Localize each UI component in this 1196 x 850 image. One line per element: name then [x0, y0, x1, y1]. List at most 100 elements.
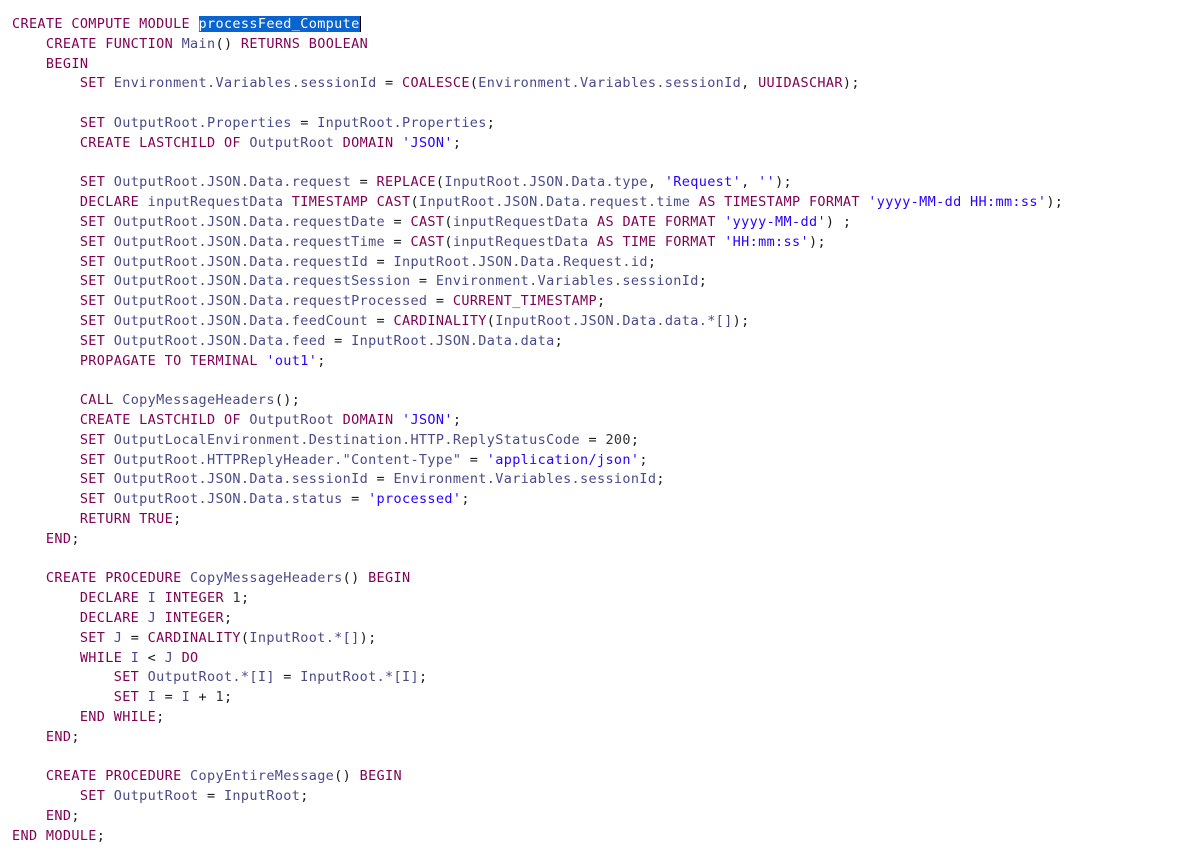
identifier-token: Environment.Variables.sessionId: [478, 75, 742, 92]
code-line[interactable]: CREATE LASTCHILD OF OutputRoot DOMAIN 'J…: [12, 411, 1188, 431]
symbol-token: (): [334, 768, 360, 785]
identifier-token: Environment.Variables.sessionId: [113, 75, 377, 92]
code-line[interactable]: SET OutputRoot = InputRoot;: [12, 787, 1188, 807]
code-line[interactable]: END WHILE;: [12, 708, 1188, 728]
keyword-token: SET: [12, 431, 114, 448]
symbol-token: =: [580, 431, 606, 448]
selected-text[interactable]: processFeed_Compute: [198, 16, 360, 32]
keyword-token: AS TIME FORMAT: [588, 233, 725, 250]
keyword-token: CREATE PROCEDURE: [12, 768, 191, 785]
keyword-token: WHILE: [12, 649, 131, 666]
symbol-token: +: [190, 689, 216, 706]
code-line[interactable]: CALL CopyMessageHeaders();: [12, 391, 1188, 411]
code-line[interactable]: END;: [12, 530, 1188, 550]
symbol-token: =: [368, 253, 394, 270]
code-line[interactable]: PROPAGATE TO TERMINAL 'out1';: [12, 352, 1188, 372]
identifier-token: OutputRoot: [249, 411, 335, 428]
code-line[interactable]: [12, 154, 1188, 174]
code-line[interactable]: CREATE PROCEDURE CopyMessageHeaders() BE…: [12, 569, 1188, 589]
code-editor[interactable]: CREATE COMPUTE MODULE processFeed_Comput…: [12, 15, 1188, 846]
symbol-token: ;: [656, 471, 665, 488]
symbol-token: =: [385, 233, 411, 250]
symbol-token: =: [427, 293, 453, 310]
symbol-token: ;: [418, 669, 428, 686]
code-line[interactable]: WHILE I < J DO: [12, 649, 1188, 669]
symbol-token: (): [342, 570, 369, 587]
code-line[interactable]: SET OutputRoot.JSON.Data.feedCount = CAR…: [12, 312, 1188, 332]
code-line[interactable]: [12, 747, 1188, 767]
code-line[interactable]: [12, 550, 1188, 570]
code-line[interactable]: SET OutputLocalEnvironment.Destination.H…: [12, 431, 1188, 451]
code-line[interactable]: BEGIN: [12, 55, 1188, 75]
code-line[interactable]: SET OutputRoot.JSON.Data.requestDate = C…: [12, 213, 1188, 233]
keyword-token: COALESCE: [401, 75, 470, 92]
code-line[interactable]: SET OutputRoot.HTTPReplyHeader."Content-…: [12, 451, 1188, 471]
symbol-token: ;: [554, 332, 564, 349]
code-line[interactable]: SET OutputRoot.JSON.Data.requestProcesse…: [12, 292, 1188, 312]
text-caret: [359, 16, 361, 32]
code-line[interactable]: [12, 371, 1188, 391]
identifier-token: InputRoot.Properties: [317, 114, 487, 131]
string-literal: 'application/json': [486, 451, 640, 468]
identifier-token: CopyMessageHeaders: [190, 570, 343, 587]
identifier-token: Environment.Variables.sessionId: [393, 471, 657, 488]
code-line[interactable]: SET OutputRoot.JSON.Data.sessionId = Env…: [12, 470, 1188, 490]
keyword-token: END MODULE: [12, 827, 97, 844]
keyword-token: SET: [12, 233, 114, 250]
code-line[interactable]: SET OutputRoot.JSON.Data.requestId = Inp…: [12, 253, 1188, 273]
code-line[interactable]: SET J = CARDINALITY(InputRoot.*[]);: [12, 629, 1188, 649]
code-line[interactable]: SET OutputRoot.*[I] = InputRoot.*[I];: [12, 668, 1188, 688]
code-line[interactable]: END;: [12, 807, 1188, 827]
symbol-token: =: [122, 629, 148, 646]
keyword-token: SET: [12, 174, 114, 191]
keyword-token: CARDINALITY: [393, 312, 487, 329]
symbol-token: <: [139, 649, 165, 666]
code-line[interactable]: DECLARE inputRequestData TIMESTAMP CAST(…: [12, 193, 1188, 213]
number-literal: 200: [605, 431, 631, 448]
keyword-token: DECLARE: [12, 590, 148, 607]
keyword-token: CARDINALITY: [147, 629, 241, 646]
string-literal: 'Request': [664, 174, 742, 191]
code-line[interactable]: CREATE PROCEDURE CopyEntireMessage() BEG…: [12, 767, 1188, 787]
identifier-token: OutputRoot.Properties: [113, 114, 292, 131]
code-line[interactable]: END MODULE;: [12, 827, 1188, 847]
code-line[interactable]: SET OutputRoot.JSON.Data.request = REPLA…: [12, 173, 1188, 193]
code-line[interactable]: RETURN TRUE;: [12, 510, 1188, 530]
symbol-token: =: [342, 491, 369, 508]
code-line[interactable]: SET OutputRoot.Properties = InputRoot.Pr…: [12, 114, 1188, 134]
keyword-token: CREATE PROCEDURE: [12, 570, 191, 587]
code-line[interactable]: CREATE LASTCHILD OF OutputRoot DOMAIN 'J…: [12, 134, 1188, 154]
keyword-token: BEGIN: [359, 768, 402, 785]
keyword-token: CALL: [12, 392, 123, 409]
identifier-token: InputRoot.JSON.Data.data.*[]: [495, 312, 733, 329]
symbol-token: ;: [452, 411, 462, 428]
code-line[interactable]: [12, 94, 1188, 114]
code-line[interactable]: DECLARE I INTEGER 1;: [12, 589, 1188, 609]
identifier-token: Main: [181, 35, 216, 52]
code-line[interactable]: SET OutputRoot.JSON.Data.requestTime = C…: [12, 233, 1188, 253]
code-line[interactable]: CREATE COMPUTE MODULE processFeed_Comput…: [12, 15, 1188, 35]
identifier-token: OutputRoot.JSON.Data.requestTime: [113, 233, 386, 250]
code-line[interactable]: CREATE FUNCTION Main() RETURNS BOOLEAN: [12, 35, 1188, 55]
symbol-token: ;: [96, 827, 106, 844]
identifier-token: OutputRoot.JSON.Data.sessionId: [113, 471, 369, 488]
identifier-token: OutputRoot.JSON.Data.requestDate: [113, 213, 386, 230]
code-line[interactable]: SET OutputRoot.JSON.Data.requestSession …: [12, 272, 1188, 292]
symbol-token: );: [842, 75, 860, 92]
symbol-token: ;: [452, 134, 462, 151]
code-line[interactable]: SET I = I + 1;: [12, 688, 1188, 708]
code-line[interactable]: SET Environment.Variables.sessionId = CO…: [12, 74, 1188, 94]
code-line[interactable]: END;: [12, 728, 1188, 748]
symbol-token: ;: [71, 807, 80, 824]
symbol-token: ;: [486, 114, 496, 131]
symbol-token: ();: [274, 392, 301, 409]
symbol-token: ,: [647, 174, 665, 191]
identifier-token: InputRoot.JSON.Data.Request.id: [393, 253, 648, 270]
identifier-token: OutputRoot.HTTPReplyHeader."Content-Type…: [113, 451, 462, 468]
code-line[interactable]: SET OutputRoot.JSON.Data.status = 'proce…: [12, 490, 1188, 510]
keyword-token: BEGIN: [368, 570, 411, 587]
code-line[interactable]: SET OutputRoot.JSON.Data.feed = InputRoo…: [12, 332, 1188, 352]
identifier-token: I: [130, 649, 140, 666]
code-line[interactable]: DECLARE J INTEGER;: [12, 609, 1188, 629]
keyword-token: SET: [12, 669, 148, 686]
